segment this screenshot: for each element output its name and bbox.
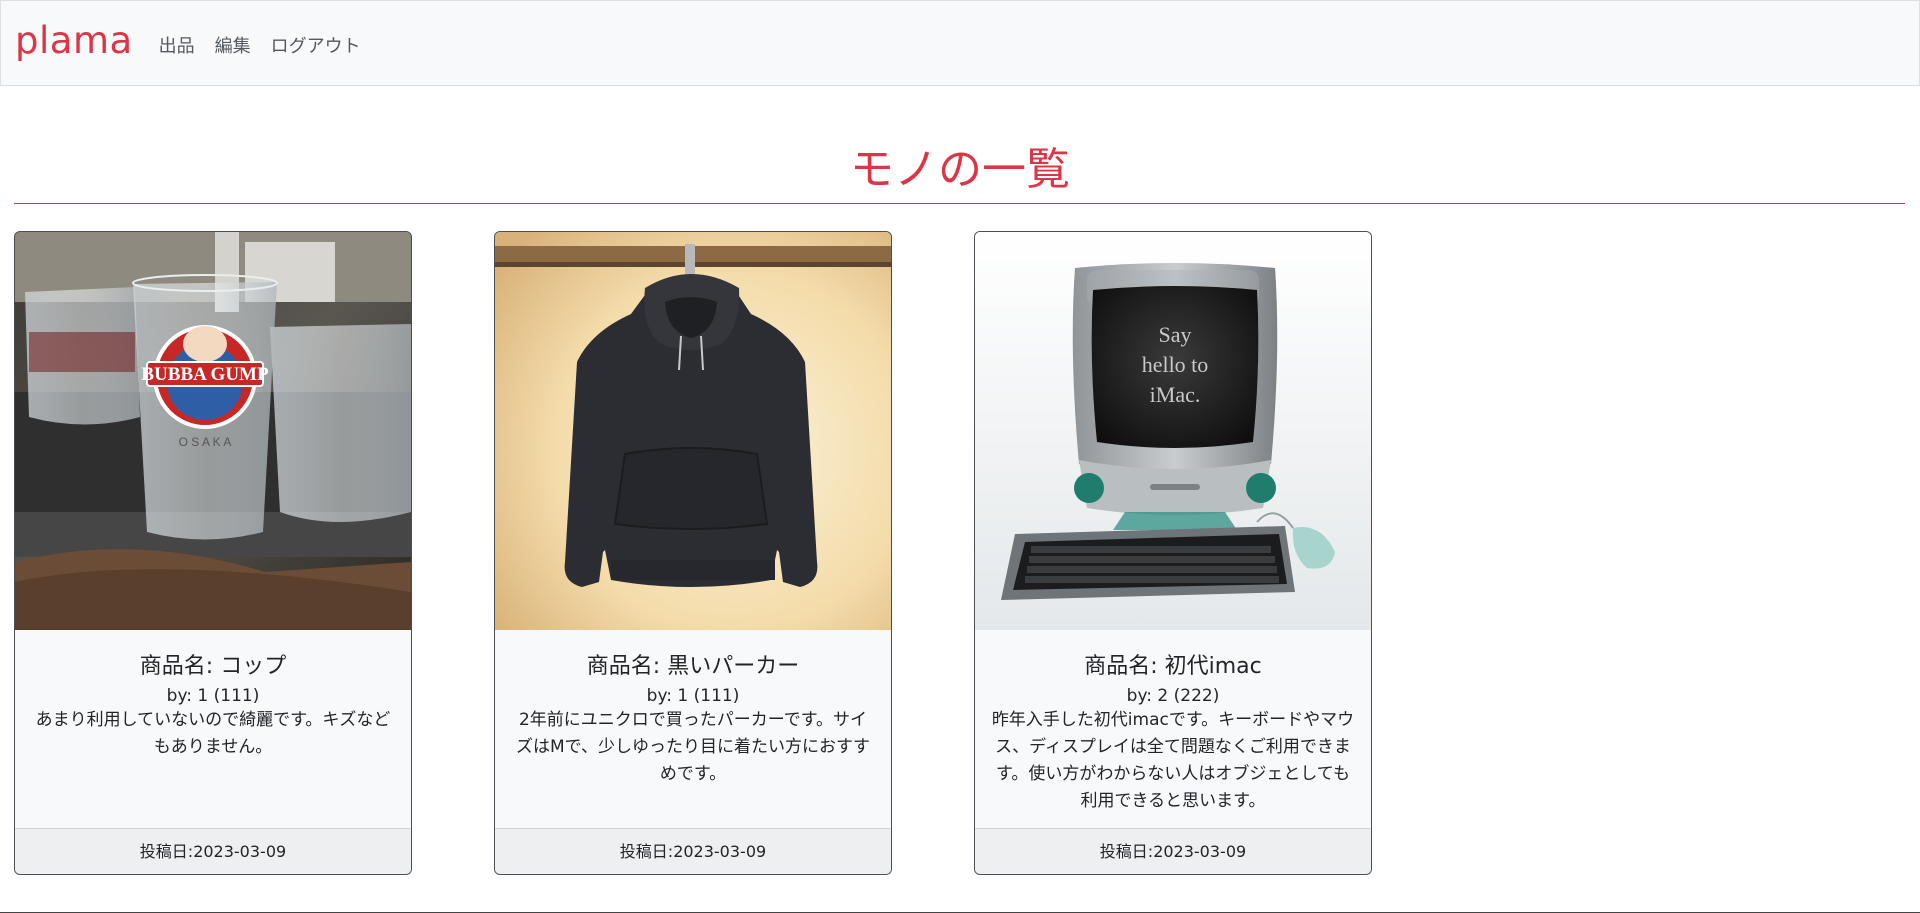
item-seller: by: 1 (111) xyxy=(166,686,260,706)
brand-link[interactable]: plama xyxy=(15,19,133,62)
nav-link-logout[interactable]: ログアウト xyxy=(271,32,361,58)
item-seller: by: 2 (222) xyxy=(1126,686,1220,706)
title-divider xyxy=(14,203,1905,204)
item-card-body: 商品名: コップ by: 1 (111) あまり利用していないので綺麗です。キズ… xyxy=(15,630,411,761)
item-posted-date: 投稿日:2023-03-09 xyxy=(495,828,891,874)
item-image-imac[interactable]: Say hello to iMac. xyxy=(975,232,1371,630)
item-card[interactable]: BUBBA GUMP O S A K A 商品名: コップ by: 1 (111… xyxy=(14,231,412,875)
imac-screen-text-2: hello to xyxy=(1142,352,1209,377)
item-card-body: 商品名: 初代imac by: 2 (222) 昨年入手した初代imacです。キ… xyxy=(975,630,1371,815)
item-title: 商品名: 初代imac xyxy=(1084,654,1262,679)
item-card-body: 商品名: 黒いパーカー by: 1 (111) 2年前にユニクロで買ったパーカー… xyxy=(495,630,891,788)
item-title: 商品名: コップ xyxy=(139,654,287,679)
svg-text:O S A K A: O S A K A xyxy=(179,435,232,449)
imac-screen-text-3: iMac. xyxy=(1150,382,1201,407)
item-seller: by: 1 (111) xyxy=(646,686,740,706)
nav-link-edit[interactable]: 編集 xyxy=(215,32,251,58)
item-description: あまり利用していないので綺麗です。キズなどもありません。 xyxy=(35,710,391,757)
item-image-hoodie[interactable] xyxy=(495,232,891,630)
navbar: plama 出品 編集 ログアウト xyxy=(0,0,1920,86)
cup-logo-text: BUBBA GUMP xyxy=(141,364,269,385)
item-description: 2年前にユニクロで買ったパーカーです。サイズはMで、少しゆったり目に着たい方にお… xyxy=(516,710,870,784)
item-card[interactable]: Say hello to iMac. 商品名: 初代imac by: 2 (22… xyxy=(974,231,1372,875)
imac-screen-text-1: Say xyxy=(1159,322,1192,347)
page-title: モノの一覧 xyxy=(850,144,1070,195)
item-posted-date: 投稿日:2023-03-09 xyxy=(975,828,1371,874)
item-image-cup[interactable]: BUBBA GUMP O S A K A xyxy=(15,232,411,630)
item-card[interactable]: 商品名: 黒いパーカー by: 1 (111) 2年前にユニクロで買ったパーカー… xyxy=(494,231,892,875)
item-description: 昨年入手した初代imacです。キーボードやマウス、ディスプレイは全て問題なくご利… xyxy=(991,710,1355,811)
item-title: 商品名: 黒いパーカー xyxy=(586,654,800,679)
nav-link-listing[interactable]: 出品 xyxy=(159,32,195,58)
item-posted-date: 投稿日:2023-03-09 xyxy=(15,828,411,874)
